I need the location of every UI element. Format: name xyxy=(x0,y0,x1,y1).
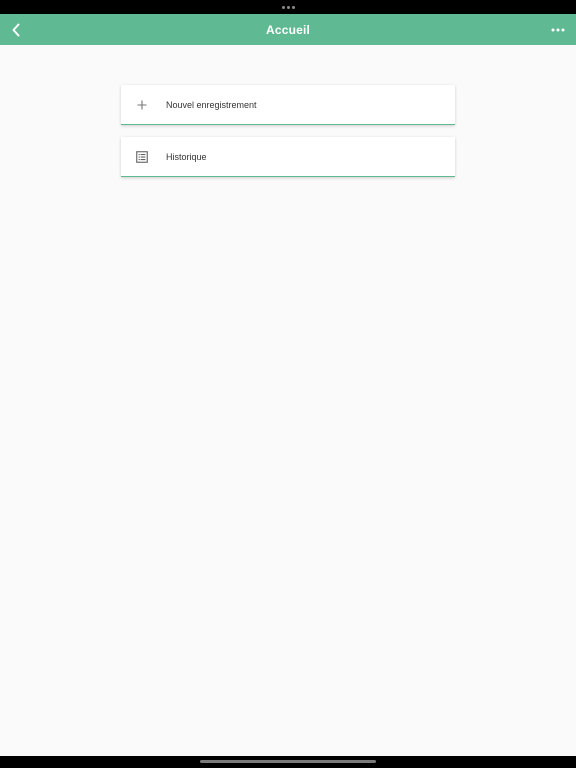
plus-icon xyxy=(122,85,162,125)
history-label: Historique xyxy=(166,151,207,162)
history-card[interactable]: Historique xyxy=(121,137,455,177)
back-button[interactable] xyxy=(4,14,28,45)
new-record-label: Nouvel enregistrement xyxy=(166,99,257,110)
more-options-button[interactable] xyxy=(546,14,570,45)
chevron-left-icon xyxy=(12,23,20,36)
new-record-card[interactable]: Nouvel enregistrement xyxy=(121,85,455,125)
system-status-bar xyxy=(0,0,576,14)
home-indicator[interactable] xyxy=(200,760,376,763)
system-bottom-bar xyxy=(0,756,576,768)
list-document-icon xyxy=(122,137,162,177)
app-bar: Accueil xyxy=(0,14,576,45)
multitasking-dots[interactable] xyxy=(281,5,295,9)
page-title: Accueil xyxy=(265,22,311,37)
more-horizontal-icon xyxy=(551,28,565,31)
main-content: Nouvel enregistrement Historique xyxy=(0,45,576,756)
